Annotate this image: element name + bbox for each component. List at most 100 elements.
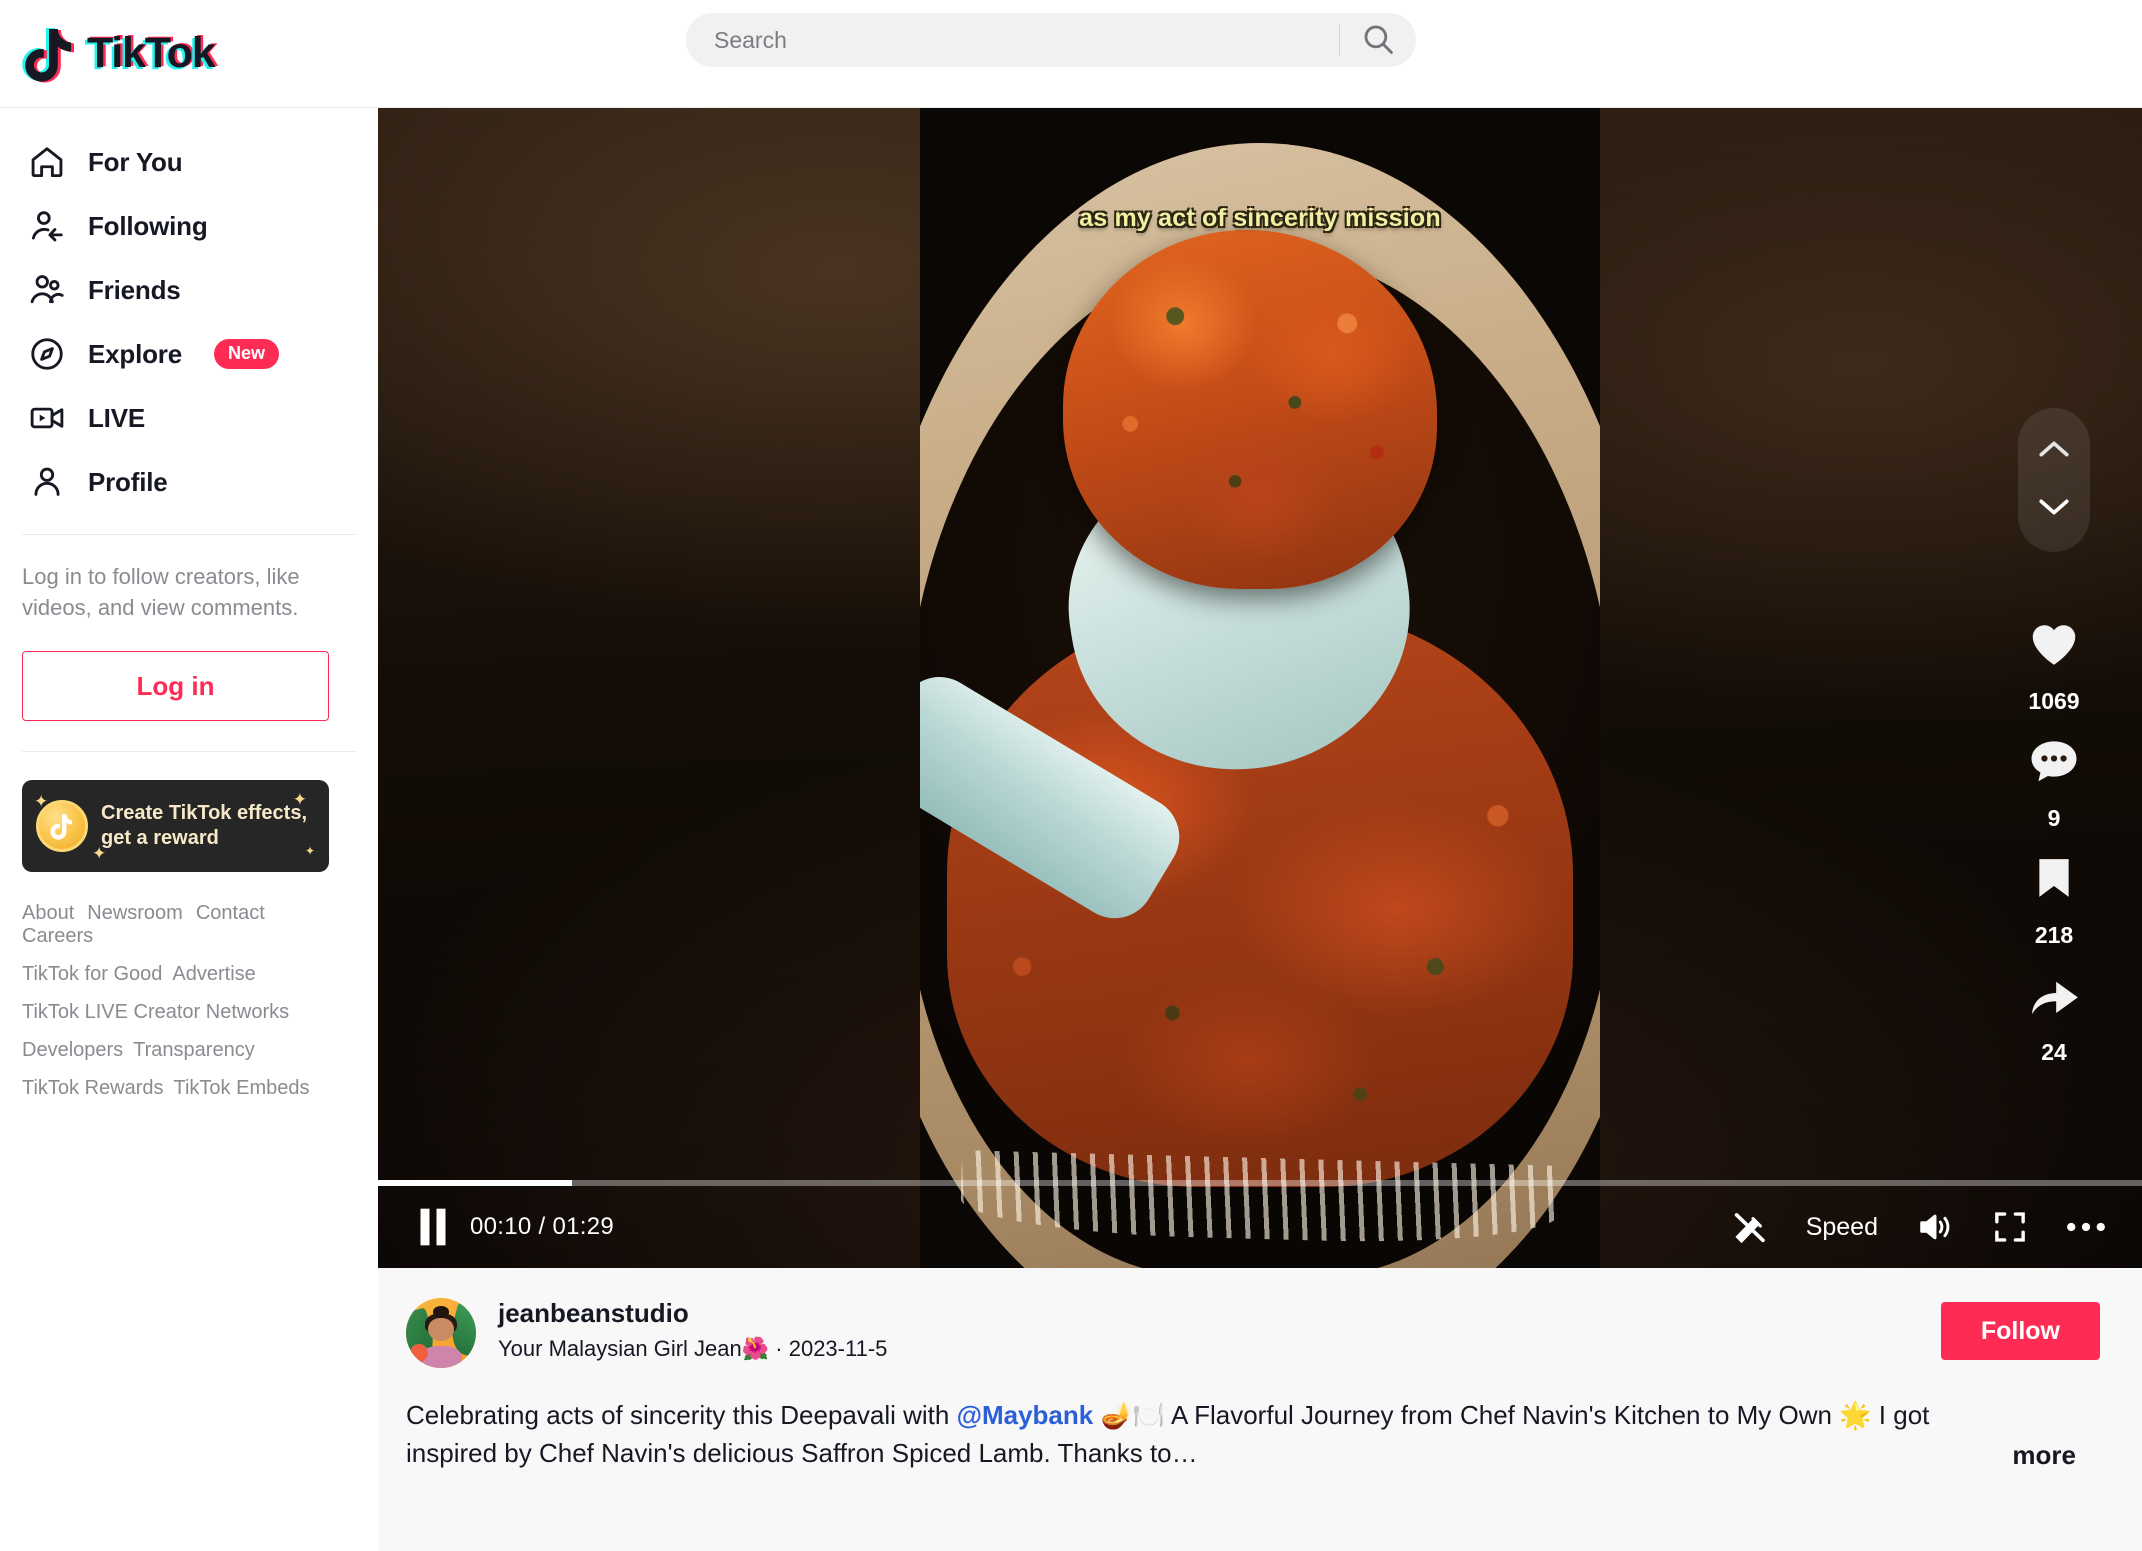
previous-video-button[interactable] xyxy=(2018,422,2090,480)
sidebar-item-friends[interactable]: Friends xyxy=(22,258,356,322)
post-info-panel: jeanbeanstudio Your Malaysian Girl Jean🌺… xyxy=(378,1268,2142,1551)
footer-link-developers[interactable]: Developers xyxy=(22,1039,123,1062)
sparkle-icon-2: ✦ xyxy=(92,844,107,864)
creator-subtitle: Your Malaysian Girl Jean🌺 · 2023-11-5 xyxy=(498,1336,1867,1362)
captions-off-icon[interactable] xyxy=(1730,1210,1768,1244)
creator-row: jeanbeanstudio Your Malaysian Girl Jean🌺… xyxy=(406,1298,2100,1368)
footer-link-advertise[interactable]: Advertise xyxy=(172,963,255,986)
chevron-up-icon xyxy=(2037,439,2071,464)
speed-button[interactable]: Speed xyxy=(1806,1213,1878,1242)
current-time: 00:10 xyxy=(470,1213,532,1240)
person-icon xyxy=(26,461,68,503)
sidebar-label-for-you: For You xyxy=(88,146,183,177)
caption-more-button[interactable]: more xyxy=(2012,1440,2076,1471)
curry-spoon-texture xyxy=(1062,229,1437,590)
mention-link-maybank[interactable]: @Maybank xyxy=(957,1400,1094,1430)
bookmark-button[interactable] xyxy=(2021,848,2087,908)
footer-row-2: TikTok for Good Advertise xyxy=(22,963,356,986)
next-video-button[interactable] xyxy=(2018,480,2090,538)
tiktok-note-icon xyxy=(22,25,76,83)
duration-time: 01:29 xyxy=(552,1213,615,1240)
video-controls-right: Speed xyxy=(1730,1210,2106,1244)
post-date: 2023-11-5 xyxy=(788,1336,888,1361)
sidebar-label-explore: Explore xyxy=(88,338,182,369)
search-button[interactable] xyxy=(1340,22,1416,59)
video-control-bar: 00:10 / 01:29 Speed xyxy=(378,1186,2142,1268)
creator-separator: · xyxy=(769,1336,789,1361)
like-button[interactable] xyxy=(2021,614,2087,674)
home-icon xyxy=(26,141,68,183)
video-time-display: 00:10 / 01:29 xyxy=(470,1213,615,1240)
footer-link-live-creator-networks[interactable]: TikTok LIVE Creator Networks xyxy=(22,1001,289,1024)
avatar[interactable] xyxy=(406,1298,476,1368)
chevron-down-icon xyxy=(2037,497,2071,522)
footer-link-transparency[interactable]: Transparency xyxy=(133,1039,255,1062)
footer-row-5: TikTok Rewards TikTok Embeds xyxy=(22,1077,356,1100)
sidebar-item-live[interactable]: LIVE xyxy=(22,386,356,450)
video-controls: 00:10 / 01:29 Speed xyxy=(378,1180,2142,1268)
compass-icon xyxy=(26,333,68,375)
sidebar-item-profile[interactable]: Profile xyxy=(22,450,356,514)
comment-button[interactable] xyxy=(2021,731,2087,791)
creator-nickname: Your Malaysian Girl Jean🌺 xyxy=(498,1336,770,1361)
pause-button[interactable] xyxy=(418,1207,448,1247)
following-person-icon xyxy=(26,205,68,247)
video-nav-arrows xyxy=(2018,408,2090,552)
sidebar-item-explore[interactable]: Explore New xyxy=(22,322,356,386)
bookmark-count: 218 xyxy=(2034,922,2074,948)
share-arrow-icon xyxy=(2021,965,2087,1025)
sparkle-icon-3: ✦ xyxy=(292,790,307,810)
video-controls-left: 00:10 / 01:29 xyxy=(418,1207,614,1247)
volume-icon[interactable] xyxy=(1916,1210,1954,1244)
footer-link-careers[interactable]: Careers xyxy=(22,925,93,948)
sidebar-label-profile: Profile xyxy=(88,466,168,497)
footer-link-about[interactable]: About xyxy=(22,902,74,925)
friends-icon xyxy=(26,269,68,311)
footer-link-tiktok-for-good[interactable]: TikTok for Good xyxy=(22,963,162,986)
fullscreen-icon[interactable] xyxy=(1992,1210,2028,1244)
footer-link-contact[interactable]: Contact xyxy=(196,902,265,925)
curry-on-spoon xyxy=(1062,229,1437,590)
tiktok-wordmark: TikTok xyxy=(84,28,217,80)
search-icon xyxy=(1361,22,1395,59)
sidebar-label-following: Following xyxy=(88,210,208,241)
tiktok-logo[interactable]: TikTok xyxy=(22,25,217,83)
left-sidebar: For You Following Friends Explore New LI… xyxy=(0,108,378,1551)
footer-link-tiktok-rewards[interactable]: TikTok Rewards xyxy=(22,1077,164,1100)
video-progress-bar[interactable] xyxy=(378,1180,2142,1186)
video-player-frame[interactable]: as my act of sincerity mission xyxy=(920,108,1600,1268)
share-count: 24 xyxy=(2041,1039,2067,1065)
search-input[interactable] xyxy=(714,26,1311,54)
tiktok-app: TikTok TikTok TikTok Search For You Foll… xyxy=(0,0,2142,1551)
footer-link-newsroom[interactable]: Newsroom xyxy=(87,902,183,925)
like-count: 1069 xyxy=(2028,688,2080,714)
live-video-icon xyxy=(26,397,68,439)
main-content: as my act of sincerity mission 1069 9 21… xyxy=(378,108,2142,1551)
search-input-area xyxy=(686,26,1339,54)
create-effects-promo-card[interactable]: ✦ ✦ ✦ ✦ Create TikTok effects, get a rew… xyxy=(22,780,329,873)
sidebar-item-for-you[interactable]: For You xyxy=(22,130,356,194)
search-bar[interactable] xyxy=(686,13,1416,67)
footer-link-tiktok-embeds[interactable]: TikTok Embeds xyxy=(174,1077,310,1100)
avatar-face xyxy=(428,1317,454,1342)
video-frame-image xyxy=(920,108,1600,1268)
sparkle-icon-4: ✦ xyxy=(304,844,315,859)
sidebar-divider-bottom xyxy=(22,751,356,753)
sidebar-footer-links: About Newsroom Contact Careers TikTok for G… xyxy=(22,902,356,1135)
promo-line-2: get a reward xyxy=(101,827,219,850)
login-prompt-text: Log in to follow creators, like videos, … xyxy=(22,564,300,621)
creator-meta: jeanbeanstudio Your Malaysian Girl Jean🌺… xyxy=(498,1298,1867,1362)
comment-count: 9 xyxy=(2047,805,2061,831)
top-header: TikTok xyxy=(0,0,2142,108)
creator-username[interactable]: jeanbeanstudio xyxy=(498,1298,689,1329)
share-button[interactable] xyxy=(2021,965,2087,1025)
sidebar-item-following[interactable]: Following xyxy=(22,194,356,258)
promo-line-1: Create TikTok effects, xyxy=(101,802,308,825)
sidebar-label-friends: Friends xyxy=(88,274,181,305)
video-stage[interactable]: as my act of sincerity mission 1069 9 21… xyxy=(378,108,2142,1268)
login-button[interactable]: Log in xyxy=(22,651,329,722)
body-row: For You Following Friends Explore New LI… xyxy=(0,108,2142,1551)
follow-button[interactable]: Follow xyxy=(1940,1302,2100,1360)
more-options-icon[interactable] xyxy=(2066,1220,2106,1234)
heart-icon xyxy=(2021,614,2087,674)
